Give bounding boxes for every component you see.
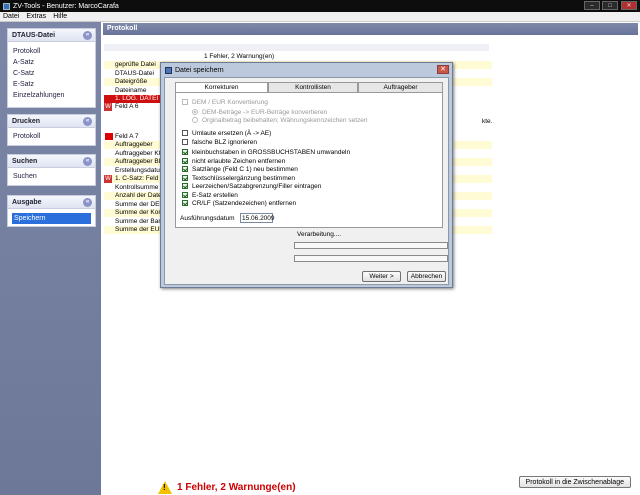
- panel-drucken-title: Drucken: [12, 118, 41, 125]
- checkbox-icon: [182, 192, 188, 198]
- checkbox-icon: [182, 149, 188, 155]
- window-title: ZV-Tools - Benutzer: MarcoCarafa: [13, 2, 119, 10]
- radio-icon: [192, 117, 198, 123]
- menu-extras[interactable]: Extras: [26, 13, 46, 20]
- checkbox-icon: [182, 200, 188, 206]
- dialog-body: Korrekturen Kontrollisten Auftrageber DE…: [164, 77, 449, 285]
- copy-to-clipboard-button[interactable]: Protokoll in die Zwischenablage: [518, 476, 631, 488]
- tab-kontrollisten[interactable]: Kontrollisten: [268, 82, 358, 92]
- tab-auftrageber[interactable]: Auftrageber: [358, 82, 443, 92]
- grid-header-row: [104, 44, 489, 51]
- panel-dtaus-header[interactable]: DTAUS-Datei «: [8, 29, 95, 42]
- progress-bar-2: [294, 255, 448, 262]
- checkbox-icon: [182, 99, 188, 105]
- minimize-button[interactable]: –: [584, 1, 600, 10]
- checkbox-icon: [182, 158, 188, 164]
- sidebar-item-protokoll[interactable]: Protokoll: [8, 46, 95, 57]
- save-icon: [165, 66, 172, 74]
- checkbox-icon: [182, 166, 188, 172]
- checkbox-icon: [182, 139, 188, 145]
- summary-line: 1 Fehler, 2 Warnung(en): [204, 53, 275, 60]
- sidebar-item-e-satz[interactable]: E-Satz: [8, 79, 95, 90]
- umlaute-checkbox[interactable]: Umlaute ersetzen (Ä -> AE): [182, 129, 271, 137]
- panel-ausgabe-header[interactable]: Ausgabe «: [8, 196, 95, 209]
- dialog-close-button[interactable]: ✕: [437, 65, 449, 74]
- radio-icon: [192, 109, 198, 115]
- menu-bar: Datei Extras Hilfe: [0, 12, 640, 22]
- panel-suchen-title: Suchen: [12, 158, 38, 165]
- sidebar-item-print-protokoll[interactable]: Protokoll: [8, 131, 95, 142]
- blz-checkbox[interactable]: falsche BLZ ignorieren: [182, 138, 257, 146]
- uppercase-checkbox[interactable]: kleinbuchstaben in GROSSBUCHSTABEN umwan…: [182, 148, 350, 156]
- save-dialog: Datei speichern ✕ Korrekturen Kontrollis…: [160, 62, 453, 288]
- right-fragment: kte.: [482, 118, 493, 125]
- convert-radio[interactable]: DEM-Beträge -> EUR-Beträge konvertieren: [192, 108, 327, 116]
- date-label: Ausführungsdatum: [180, 215, 235, 222]
- panel-suchen: Suchen « Suchen: [7, 154, 96, 186]
- panel-dtaus-title: DTAUS-Datei: [12, 32, 56, 39]
- warning-w-icon: W: [104, 103, 112, 111]
- panel-drucken: Drucken « Protokoll: [7, 114, 96, 146]
- next-button[interactable]: Weiter >: [362, 271, 401, 282]
- collapse-icon[interactable]: «: [83, 31, 92, 40]
- tab-panel: DEM / EUR Konvertierung DEM-Beträge -> E…: [175, 92, 443, 228]
- checkbox-icon: [182, 183, 188, 189]
- crlf-checkbox[interactable]: CR/LF (Satzendezeichen) entfernen: [182, 199, 296, 207]
- date-field[interactable]: 15.06.2009: [240, 213, 275, 223]
- progress-label: Verarbeitung....: [297, 231, 342, 238]
- keep-original-radio[interactable]: Orginalbetrag beibehalten; Währungskennz…: [192, 116, 368, 124]
- collapse-icon[interactable]: «: [83, 198, 92, 207]
- close-button[interactable]: ✕: [621, 1, 637, 10]
- status-message: ! 1 Fehler, 2 Warnunge(en): [158, 481, 296, 494]
- error-square-icon: [105, 133, 113, 140]
- panel-ausgabe-title: Ausgabe: [12, 199, 42, 206]
- sidebar-item-speichern[interactable]: Speichern: [12, 213, 91, 224]
- warning-icon: !: [158, 481, 172, 494]
- dialog-title: Datei speichern: [175, 66, 224, 74]
- panel-dtaus: DTAUS-Datei « Protokoll A-Satz C-Satz E-…: [7, 28, 96, 108]
- checkbox-icon: [182, 130, 188, 136]
- collapse-icon[interactable]: «: [83, 117, 92, 126]
- dialog-titlebar: Datei speichern: [161, 63, 452, 77]
- filler-checkbox[interactable]: Leerzeichen/Satzabgrenzung/Filler eintra…: [182, 182, 321, 190]
- dem-eur-checkbox[interactable]: DEM / EUR Konvertierung: [182, 98, 268, 106]
- satzlaenge-checkbox[interactable]: Satzlänge (Feld C 1) neu bestimmen: [182, 165, 298, 173]
- panel-drucken-header[interactable]: Drucken «: [8, 115, 95, 128]
- status-text: 1 Fehler, 2 Warnunge(en): [177, 482, 296, 493]
- sidebar-item-c-satz[interactable]: C-Satz: [8, 68, 95, 79]
- sidebar-item-suchen[interactable]: Suchen: [8, 171, 95, 182]
- menu-hilfe[interactable]: Hilfe: [53, 13, 67, 20]
- sidebar: DTAUS-Datei « Protokoll A-Satz C-Satz E-…: [0, 22, 101, 495]
- page-title: Protokoll: [103, 23, 638, 35]
- remove-chars-checkbox[interactable]: nicht erlaubte Zeichen entfernen: [182, 157, 285, 165]
- sidebar-item-einzelzahlungen[interactable]: Einzelzahlungen: [8, 90, 95, 101]
- collapse-icon[interactable]: «: [83, 157, 92, 166]
- progress-bar-1: [294, 242, 448, 249]
- e-satz-checkbox[interactable]: E-Satz erstellen: [182, 191, 238, 199]
- panel-ausgabe: Ausgabe « Speichern: [7, 195, 96, 227]
- warning-w-icon: W: [104, 175, 112, 183]
- cancel-button[interactable]: Abbrechen: [407, 271, 446, 282]
- checkbox-icon: [182, 175, 188, 181]
- error-row: 1. LOG. DATEI: [104, 95, 160, 103]
- panel-suchen-header[interactable]: Suchen «: [8, 155, 95, 168]
- textschluessel-checkbox[interactable]: Textschlüsselergänzung bestimmen: [182, 174, 295, 182]
- sidebar-item-a-satz[interactable]: A-Satz: [8, 57, 95, 68]
- menu-datei[interactable]: Datei: [3, 13, 19, 20]
- window-titlebar: ZV-Tools - Benutzer: MarcoCarafa – □ ✕: [0, 0, 640, 12]
- maximize-button[interactable]: □: [602, 1, 618, 10]
- app-icon: [3, 2, 10, 10]
- tab-strip: Korrekturen Kontrollisten Auftrageber: [175, 82, 443, 93]
